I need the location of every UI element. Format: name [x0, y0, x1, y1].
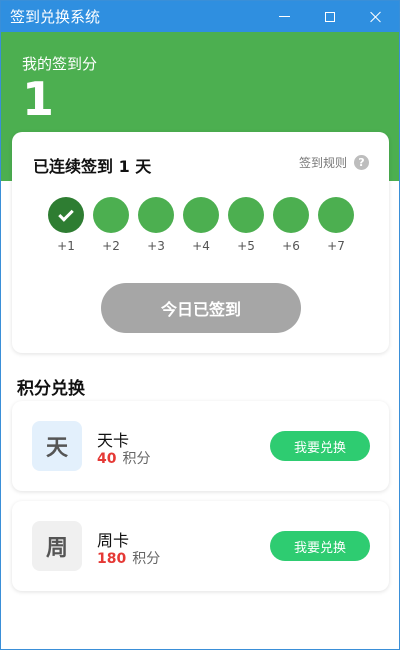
streak-text: 已连续签到 1 天 [33, 157, 152, 176]
close-button[interactable] [353, 1, 399, 32]
checkin-card: 已连续签到 1 天 签到规则 ? +1 +2 +3 +4 +5 +6 +7 今日… [12, 132, 389, 353]
exchange-item-week-card: 周 周卡 180 积分 我要兑换 [12, 501, 389, 591]
day-dot [318, 197, 354, 233]
day-reward: +3 [147, 239, 165, 253]
day-6: +6 [273, 197, 309, 253]
item-price: 40 积分 [97, 448, 150, 468]
day-dot [273, 197, 309, 233]
checkin-days: +1 +2 +3 +4 +5 +6 +7 [48, 197, 358, 257]
minimize-icon [278, 16, 290, 17]
price-unit: 积分 [122, 451, 151, 467]
day-card-icon: 天 [32, 421, 82, 471]
day-dot [93, 197, 129, 233]
rules-label: 签到规则 [298, 156, 347, 170]
points-label: 我的签到分 [22, 55, 98, 73]
check-icon [58, 205, 74, 222]
signed-in-button[interactable]: 今日已签到 [101, 283, 301, 333]
week-card-icon: 周 [32, 521, 82, 571]
day-reward: +2 [102, 239, 120, 253]
day-reward: +4 [192, 239, 210, 253]
price-value: 40 [97, 451, 117, 467]
day-2: +2 [93, 197, 129, 253]
app-window: 签到兑换系统 我的签到分 1 已连续签到 1 天 签到规则 ? +1 +2 +3 [0, 0, 400, 650]
price-value: 180 [97, 551, 127, 567]
close-icon [370, 11, 382, 23]
day-reward: +5 [237, 239, 255, 253]
rules-link[interactable]: 签到规则 ? [299, 154, 369, 171]
day-4: +4 [183, 197, 219, 253]
day-reward: +6 [282, 239, 300, 253]
maximize-button[interactable] [307, 1, 353, 32]
day-7: +7 [318, 197, 354, 253]
help-icon: ? [354, 155, 369, 170]
exchange-button[interactable]: 我要兑换 [270, 431, 370, 461]
exchange-button[interactable]: 我要兑换 [270, 531, 370, 561]
title-bar: 签到兑换系统 [1, 1, 399, 32]
day-dot [138, 197, 174, 233]
day-dot [183, 197, 219, 233]
day-5: +5 [228, 197, 264, 253]
day-reward: +1 [57, 239, 75, 253]
day-done-dot [48, 197, 84, 233]
maximize-icon [325, 11, 335, 22]
points-value: 1 [22, 72, 55, 126]
exchange-section-title: 积分兑换 [17, 379, 85, 399]
day-3: +3 [138, 197, 174, 253]
day-reward: +7 [327, 239, 345, 253]
minimize-button[interactable] [261, 1, 307, 32]
window-title: 签到兑换系统 [10, 8, 101, 26]
day-dot [228, 197, 264, 233]
day-1: +1 [48, 197, 84, 253]
exchange-item-day-card: 天 天卡 40 积分 我要兑换 [12, 401, 389, 491]
item-price: 180 积分 [97, 548, 160, 568]
price-unit: 积分 [132, 551, 161, 567]
